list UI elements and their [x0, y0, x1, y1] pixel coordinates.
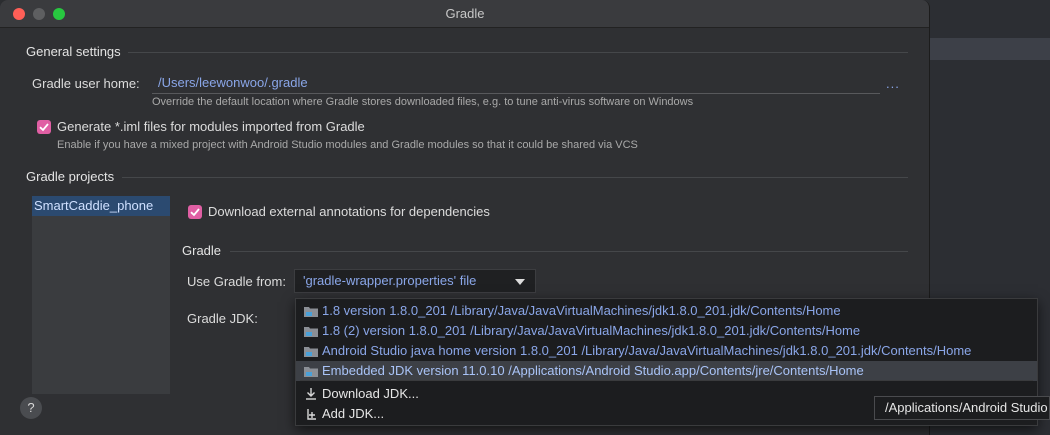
- add-jdk-label: Add JDK...: [322, 406, 385, 421]
- download-jdk-label: Download JDK...: [322, 386, 419, 401]
- jdk-option[interactable]: Android Studio java home version 1.8.0_2…: [296, 341, 1037, 361]
- gradle-user-home-input[interactable]: /Users/leewonwoo/.gradle: [152, 72, 880, 94]
- jdk-folder-icon: [304, 367, 318, 377]
- gradle-user-home-hint: Override the default location where Grad…: [152, 96, 694, 108]
- browse-button[interactable]: ...: [886, 76, 900, 91]
- jdk-folder-icon: [304, 327, 318, 337]
- dropdown-arrow-icon: [515, 279, 525, 285]
- jdk-option-selected[interactable]: Embedded JDK version 11.0.10 /Applicatio…: [296, 361, 1037, 381]
- jdk-option-label: 1.8 version 1.8.0_201 /Library/Java/Java…: [322, 303, 841, 318]
- jdk-folder-icon: [304, 307, 318, 317]
- gradle-projects-list: SmartCaddie_phone: [32, 196, 170, 394]
- jdk-option[interactable]: 1.8 (2) version 1.8.0_201 /Library/Java/…: [296, 321, 1037, 341]
- path-tooltip: /Applications/Android Studio: [874, 396, 1050, 420]
- generate-iml-label: Generate *.iml files for modules importe…: [57, 119, 365, 134]
- generate-iml-checkbox[interactable]: [37, 120, 51, 134]
- gradle-jdk-label: Gradle JDK:: [187, 311, 258, 326]
- general-settings-title: General settings: [26, 44, 121, 59]
- maximize-window-button[interactable]: [53, 8, 65, 20]
- jdk-option-label: 1.8 (2) version 1.8.0_201 /Library/Java/…: [322, 323, 861, 338]
- generate-iml-hint: Enable if you have a mixed project with …: [57, 139, 638, 151]
- gradle-user-home-label: Gradle user home:: [32, 76, 140, 91]
- title-bar: Gradle: [0, 0, 929, 28]
- download-annotations-checkbox[interactable]: [188, 205, 202, 219]
- gradle-projects-title: Gradle projects: [26, 169, 115, 184]
- help-button[interactable]: ?: [20, 397, 42, 419]
- project-item-smartcaddie-phone[interactable]: SmartCaddie_phone: [32, 196, 170, 216]
- gradle-projects-separator: [122, 177, 908, 178]
- use-gradle-from-select[interactable]: 'gradle-wrapper.properties' file: [294, 269, 536, 293]
- use-gradle-from-label: Use Gradle from:: [187, 274, 286, 289]
- gradle-group-separator: [230, 251, 908, 252]
- add-jdk-icon: [307, 409, 316, 420]
- checkmark-icon: [39, 123, 49, 132]
- jdk-option-label: Android Studio java home version 1.8.0_2…: [322, 343, 972, 358]
- background-highlight-band: [930, 38, 1050, 60]
- checkmark-icon: [190, 208, 200, 217]
- minimize-window-button[interactable]: [33, 8, 45, 20]
- gradle-group-title: Gradle: [182, 243, 222, 258]
- jdk-folder-icon: [304, 347, 318, 357]
- close-window-button[interactable]: [13, 8, 25, 20]
- popup-separator: [300, 380, 1033, 381]
- download-icon: [306, 388, 316, 400]
- window-title: Gradle: [445, 6, 485, 21]
- download-annotations-label: Download external annotations for depend…: [208, 204, 490, 219]
- jdk-option-label: Embedded JDK version 11.0.10 /Applicatio…: [322, 363, 864, 378]
- general-settings-separator: [128, 52, 908, 53]
- jdk-option[interactable]: 1.8 version 1.8.0_201 /Library/Java/Java…: [296, 301, 1037, 321]
- use-gradle-from-value: 'gradle-wrapper.properties' file: [303, 273, 477, 288]
